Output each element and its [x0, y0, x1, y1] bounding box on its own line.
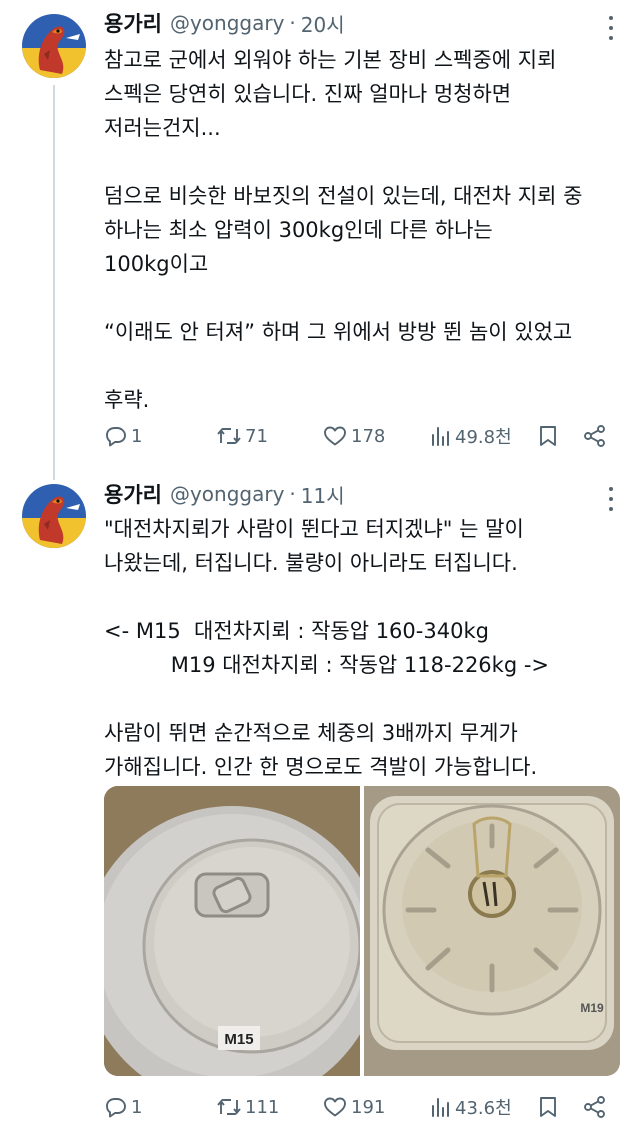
tweet-actions: 1 111 191 43.6천 — [104, 1093, 614, 1121]
m15-antitank-mine-photo[interactable]: M15 — [104, 786, 360, 1076]
retweet-icon — [217, 1099, 241, 1115]
like-button[interactable]: 191 — [322, 1093, 385, 1121]
author-name[interactable]: 용가리 — [104, 479, 162, 509]
bookmark-icon — [540, 1097, 556, 1117]
m19-label: M19 — [580, 1001, 604, 1015]
reply-count: 1 — [131, 1096, 143, 1118]
reply-icon — [106, 1098, 126, 1118]
avatar[interactable] — [22, 484, 86, 548]
separator-dot: · — [289, 482, 296, 506]
more-icon[interactable] — [608, 487, 614, 511]
tweet-media[interactable]: M15 M19 — [104, 786, 620, 1076]
like-count: 191 — [351, 1096, 386, 1118]
views-button[interactable]: 43.6천 — [430, 1093, 512, 1121]
m19-antitank-mine-photo[interactable]: M19 — [364, 786, 620, 1076]
views-icon — [432, 1098, 449, 1117]
tweet-header: 용가리 @yonggary · 11시 — [104, 479, 345, 509]
views-count: 43.6천 — [455, 1098, 512, 1119]
bookmark-button[interactable] — [536, 1093, 560, 1121]
retweet-count: 111 — [245, 1096, 280, 1118]
tweet-time[interactable]: 11시 — [301, 480, 345, 509]
tweet-2[interactable]: 용가리 @yonggary · 11시 "대전차지뢰가 사람이 뛴다고 터지겠냐… — [0, 0, 640, 1122]
tweet-text: "대전차지뢰가 사람이 뛴다고 터지겠냐" 는 말이 나왔는데, 터집니다. 불… — [104, 517, 550, 779]
m15-label: M15 — [224, 1031, 253, 1048]
author-handle[interactable]: @yonggary — [170, 482, 284, 506]
share-icon — [584, 1096, 605, 1118]
retweet-button[interactable]: 111 — [216, 1093, 279, 1121]
reply-button[interactable]: 1 — [104, 1093, 142, 1121]
share-button[interactable] — [582, 1093, 608, 1121]
like-icon — [324, 1097, 346, 1117]
